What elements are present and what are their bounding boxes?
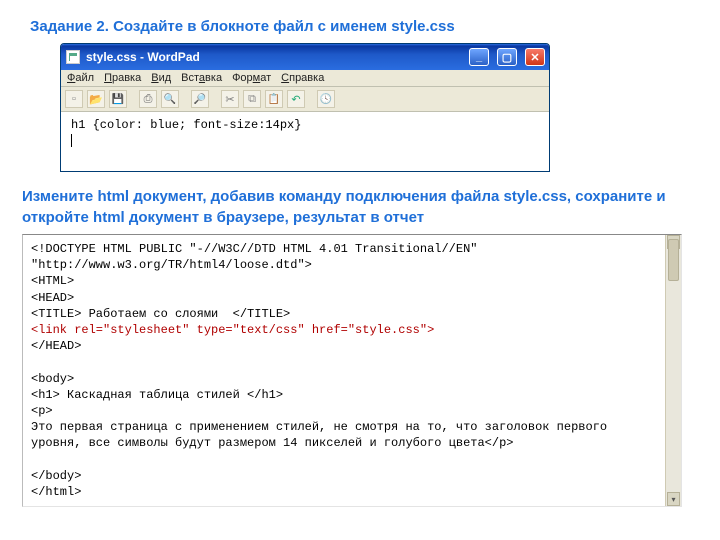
scroll-down-icon[interactable] bbox=[667, 492, 680, 506]
wordpad-window: style.css - WordPad _ ▢ ✕ Файл Правка Ви… bbox=[60, 43, 550, 172]
code-line: <HEAD> bbox=[31, 291, 74, 305]
code-line: Это первая страница с применением стилей… bbox=[31, 420, 614, 450]
code-line: <p> bbox=[31, 404, 53, 418]
menu-bar: Файл Правка Вид Вставка Формат Справка bbox=[61, 70, 549, 87]
instruction-text: Измените html документ, добавив команду … bbox=[22, 186, 698, 228]
print-icon[interactable] bbox=[139, 90, 157, 108]
code-line: <!DOCTYPE HTML PUBLIC "-//W3C//DTD HTML … bbox=[31, 242, 477, 256]
toolbar bbox=[61, 87, 549, 112]
code-line: <TITLE> Работаем со слоями </TITLE> bbox=[31, 307, 290, 321]
new-icon[interactable] bbox=[65, 90, 83, 108]
scroll-thumb[interactable] bbox=[668, 239, 679, 281]
menu-file[interactable]: Файл bbox=[67, 72, 94, 84]
task-heading: Задание 2. Создайте в блокноте файл с им… bbox=[30, 18, 698, 35]
cut-icon[interactable] bbox=[221, 90, 239, 108]
code-body[interactable]: <!DOCTYPE HTML PUBLIC "-//W3C//DTD HTML … bbox=[23, 235, 665, 506]
find-icon[interactable] bbox=[191, 90, 209, 108]
scrollbar[interactable] bbox=[665, 235, 681, 506]
code-line: <HTML> bbox=[31, 274, 74, 288]
wordpad-app-icon bbox=[66, 50, 80, 64]
editor-line: h1 {color: blue; font-size:14px} bbox=[71, 118, 539, 132]
close-button[interactable]: ✕ bbox=[525, 48, 545, 66]
copy-icon[interactable] bbox=[243, 90, 261, 108]
menu-format[interactable]: Формат bbox=[232, 72, 271, 84]
maximize-button[interactable]: ▢ bbox=[497, 48, 517, 66]
code-panel: <!DOCTYPE HTML PUBLIC "-//W3C//DTD HTML … bbox=[22, 234, 682, 507]
text-caret bbox=[71, 134, 72, 147]
menu-insert[interactable]: Вставка bbox=[181, 72, 222, 84]
code-line: </HEAD> bbox=[31, 339, 81, 353]
code-line-highlight: <link rel="stylesheet" type="text/css" h… bbox=[31, 323, 434, 337]
code-line: <body> bbox=[31, 372, 74, 386]
code-line: </html> bbox=[31, 485, 81, 499]
paste-icon[interactable] bbox=[265, 90, 283, 108]
save-icon[interactable] bbox=[109, 90, 127, 108]
preview-icon[interactable] bbox=[161, 90, 179, 108]
open-icon[interactable] bbox=[87, 90, 105, 108]
minimize-button[interactable]: _ bbox=[469, 48, 489, 66]
code-line: "http://www.w3.org/TR/html4/loose.dtd"> bbox=[31, 258, 312, 272]
datetime-icon[interactable] bbox=[317, 90, 335, 108]
menu-view[interactable]: Вид bbox=[151, 72, 171, 84]
titlebar: style.css - WordPad _ ▢ ✕ bbox=[61, 44, 549, 70]
editor-area[interactable]: h1 {color: blue; font-size:14px} bbox=[61, 112, 549, 171]
menu-edit[interactable]: Правка bbox=[104, 72, 141, 84]
undo-icon[interactable] bbox=[287, 90, 305, 108]
code-line: </body> bbox=[31, 469, 81, 483]
menu-help[interactable]: Справка bbox=[281, 72, 324, 84]
window-title: style.css - WordPad bbox=[86, 50, 461, 64]
code-line: <h1> Каскадная таблица стилей </h1> bbox=[31, 388, 283, 402]
